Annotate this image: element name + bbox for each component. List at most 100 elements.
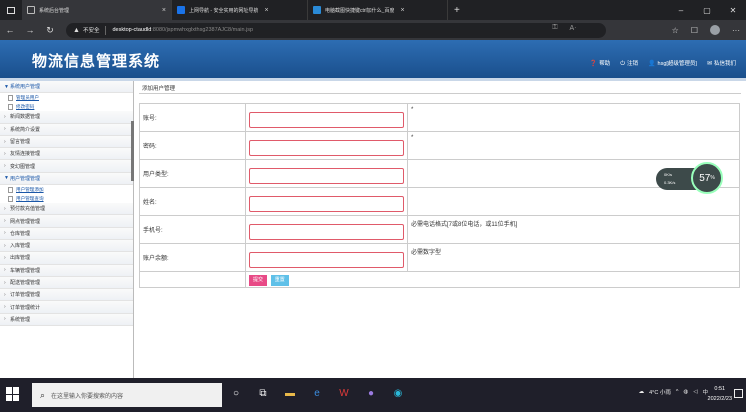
mail-icon: ✉ xyxy=(706,61,712,67)
page-icon xyxy=(27,6,35,14)
notification-icon[interactable] xyxy=(734,389,743,398)
sidebar-group[interactable]: › 系统管理 xyxy=(0,313,133,327)
memory-usage-gauge: 57% xyxy=(691,162,723,194)
help-link[interactable]: ❓ 帮助 xyxy=(590,59,611,68)
weather-text[interactable]: 4°C 小雨 xyxy=(649,388,671,396)
tab-title: 上网导航 - 安全实用的网址导航 xyxy=(189,7,259,14)
name-input[interactable] xyxy=(249,195,404,212)
logout-link[interactable]: ⏻ 注销 xyxy=(620,59,638,68)
clock-time: 0:51 xyxy=(714,386,726,392)
sidebar-item[interactable]: 修改密码 xyxy=(0,102,133,111)
power-icon: ⏻ xyxy=(620,61,626,67)
profile-icon[interactable] xyxy=(710,25,720,35)
close-window-icon[interactable]: ✕ xyxy=(720,0,746,20)
message-link[interactable]: ✉ 私信我们 xyxy=(707,59,736,68)
form-row: 用户类型: xyxy=(139,159,740,188)
forward-icon[interactable]: → xyxy=(20,25,40,35)
main-content: 添加用户管理 账号: * 密码: * 用户类型: 姓名: 手机号: 必需电话格式… xyxy=(136,81,746,378)
sidebar-group[interactable]: › 订单管理管理 xyxy=(0,289,133,302)
task-view-icon[interactable]: ⧉ xyxy=(255,385,271,401)
field-label: 姓名: xyxy=(139,187,246,216)
phone-input[interactable] xyxy=(249,223,404,240)
sidebar-group[interactable]: › 仓库管理 xyxy=(0,227,133,240)
sidebar-group[interactable]: › 车辆管理管理 xyxy=(0,264,133,277)
sidebar-group[interactable]: › 配送管理管理 xyxy=(0,276,133,290)
browser-tab-strip: 系统后台管理 × 上网导航 - 安全实用的网址导航 × 电脑截图快捷键ctrl加… xyxy=(0,0,746,20)
taskbar-search[interactable]: ⌕ 在这里输入你要搜索的内容 xyxy=(32,383,222,407)
balance-input[interactable] xyxy=(249,251,404,268)
password-input[interactable] xyxy=(249,139,404,156)
user-type-input[interactable] xyxy=(249,167,404,184)
more-icon[interactable]: ··· xyxy=(732,26,740,35)
weather-icon: ☁ xyxy=(638,389,645,395)
sidebar-group[interactable]: › 预付款充值管理 xyxy=(0,203,133,216)
address-bar[interactable]: ▲ 不安全 desktop-ctaudld :8080/jspmwhxglxth… xyxy=(66,22,606,38)
maximize-icon[interactable]: ▢ xyxy=(694,0,720,20)
sidebar-group[interactable]: › 出库管理 xyxy=(0,252,133,265)
favorite-icon[interactable]: ☆ xyxy=(672,26,679,35)
sidebar-scrollbar[interactable] xyxy=(131,121,134,181)
field-hint: * xyxy=(411,107,414,113)
sidebar-group[interactable]: › 新闻数据管理 xyxy=(0,111,133,124)
sidebar-group[interactable]: › 系统简介设置 xyxy=(0,123,133,136)
document-icon xyxy=(8,94,13,101)
search-placeholder: 在这里输入你要搜索的内容 xyxy=(51,393,124,400)
sidebar-item[interactable]: 用户管理查询 xyxy=(0,194,133,203)
window-menu-icon[interactable] xyxy=(0,0,22,20)
form-row: 密码: * xyxy=(139,131,740,160)
reset-button[interactable]: 重置 xyxy=(270,275,289,286)
browser-icon[interactable]: ◉ xyxy=(390,385,406,401)
back-icon[interactable]: ← xyxy=(0,25,20,35)
browser-tab-0[interactable]: 系统后台管理 × xyxy=(22,0,172,20)
sidebar-group[interactable]: ▼ 用户管理管理 xyxy=(0,172,133,186)
app-w-icon[interactable]: W xyxy=(336,385,352,401)
sidebar-item[interactable]: 用户管理添加 xyxy=(0,185,133,194)
read-aloud-icon[interactable]: Aᐧ xyxy=(570,24,576,32)
edge-icon[interactable]: e xyxy=(309,385,325,401)
tab-title: 电脑截图快捷键ctrl加什么_百度 xyxy=(325,7,395,14)
close-icon[interactable]: × xyxy=(400,7,404,14)
network-speed-widget[interactable]: 0K/s 0.3K/s 57% xyxy=(656,162,723,194)
chevron-up-icon[interactable]: ^ xyxy=(676,389,679,395)
warning-icon: ▲ xyxy=(73,26,80,34)
collections-icon[interactable]: ☐ xyxy=(691,26,698,35)
cortana-icon[interactable]: ○ xyxy=(228,385,244,401)
minimize-icon[interactable]: – xyxy=(668,0,694,20)
document-icon xyxy=(8,103,13,110)
app-header: 物流信息管理系统 ❓ 帮助 ⏻ 注销 👤 hsg[超级管理员] ✉ 私信我们 xyxy=(0,40,746,78)
sidebar-group[interactable]: › 订单管理统计 xyxy=(0,301,133,314)
new-tab-button[interactable]: + xyxy=(454,5,460,16)
field-label: 用户类型: xyxy=(139,159,246,188)
field-label: 密码: xyxy=(139,131,246,160)
submit-button[interactable]: 提交 xyxy=(249,275,268,286)
close-icon[interactable]: × xyxy=(264,7,268,14)
user-link[interactable]: 👤 hsg[超级管理员] xyxy=(648,59,697,68)
clock-date: 2022/2/23 xyxy=(707,396,732,402)
sidebar-group[interactable]: › 留言管理 xyxy=(0,135,133,149)
sidebar-group[interactable]: › 网点管理管理 xyxy=(0,215,133,228)
sidebar-group[interactable]: › 友情连接管理 xyxy=(0,148,133,161)
file-explorer-icon[interactable]: ▬ xyxy=(282,385,298,401)
taskbar: ⌕ 在这里输入你要搜索的内容 ○ ⧉ ▬ e W ● ◉ ☁ 4°C 小雨 ^ … xyxy=(0,378,746,412)
sidebar-group[interactable]: › 变幻图管理 xyxy=(0,160,133,173)
windows-start-icon[interactable] xyxy=(6,387,20,401)
app-purple-icon[interactable]: ● xyxy=(363,385,379,401)
clock[interactable]: 0:51 2022/2/23 xyxy=(708,384,732,404)
document-icon xyxy=(8,186,13,193)
breadcrumb: 添加用户管理 xyxy=(142,86,176,92)
key-icon[interactable]: ⚿ xyxy=(552,24,557,32)
volume-icon[interactable]: ◁ xyxy=(693,389,697,395)
account-input[interactable] xyxy=(249,111,404,128)
close-icon[interactable]: × xyxy=(162,7,166,14)
sidebar-item[interactable]: 管理员用户 xyxy=(0,93,133,102)
security-label: 不安全 xyxy=(82,28,100,34)
field-label: 账户余额: xyxy=(139,243,246,272)
reload-icon[interactable]: ↻ xyxy=(40,25,60,36)
browser-tab-2[interactable]: 电脑截图快捷键ctrl加什么_百度 × xyxy=(308,0,448,20)
search-icon: ⌕ xyxy=(40,389,46,400)
browser-tab-1[interactable]: 上网导航 - 安全实用的网址导航 × xyxy=(172,0,308,20)
form-row: 账号: * xyxy=(139,103,740,132)
sidebar-group[interactable]: › 入库管理 xyxy=(0,239,133,253)
network-icon[interactable]: ◍ xyxy=(683,389,688,395)
sidebar-group[interactable]: ▼ 系统用户管理 xyxy=(0,81,133,94)
